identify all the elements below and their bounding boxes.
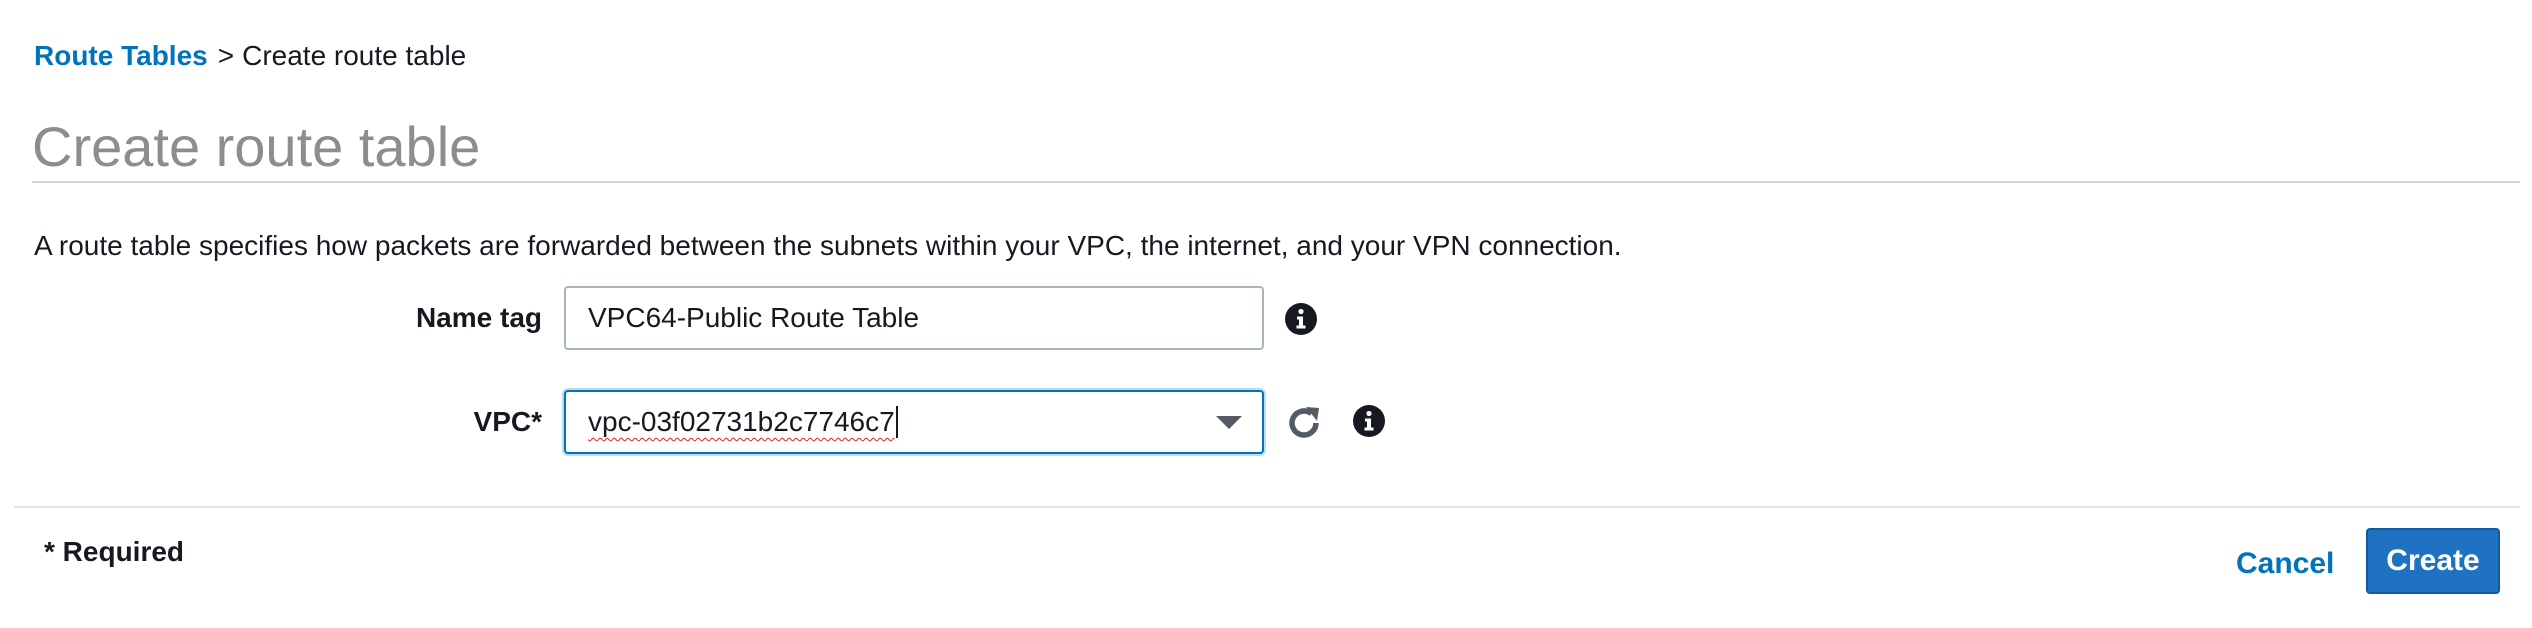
- chevron-down-icon[interactable]: [1216, 416, 1242, 429]
- name-tag-input[interactable]: [564, 286, 1264, 350]
- refresh-icon[interactable]: [1284, 403, 1324, 448]
- vpc-select-value: vpc-03f02731b2c7746c7: [588, 406, 895, 437]
- title-divider: [32, 181, 2520, 183]
- breadcrumb-current: Create route table: [242, 40, 467, 71]
- name-tag-info-icon[interactable]: [1284, 302, 1318, 341]
- required-note: * Required: [44, 536, 185, 567]
- footer-divider: [14, 506, 2520, 508]
- vpc-info-icon[interactable]: [1352, 404, 1386, 443]
- vpc-select[interactable]: vpc-03f02731b2c7746c7: [564, 390, 1264, 454]
- page-title: Create route table: [32, 115, 481, 178]
- vpc-label: VPC*: [473, 406, 542, 437]
- breadcrumb: Route Tables > Create route table: [34, 36, 466, 76]
- breadcrumb-separator: >: [217, 40, 235, 71]
- page-description: A route table specifies how packets are …: [34, 230, 1622, 261]
- text-cursor: [895, 406, 898, 438]
- create-button[interactable]: Create: [2366, 528, 2500, 594]
- name-tag-label: Name tag: [415, 302, 542, 333]
- cancel-button[interactable]: Cancel: [2236, 544, 2334, 584]
- breadcrumb-route-tables-link[interactable]: Route Tables: [34, 40, 208, 71]
